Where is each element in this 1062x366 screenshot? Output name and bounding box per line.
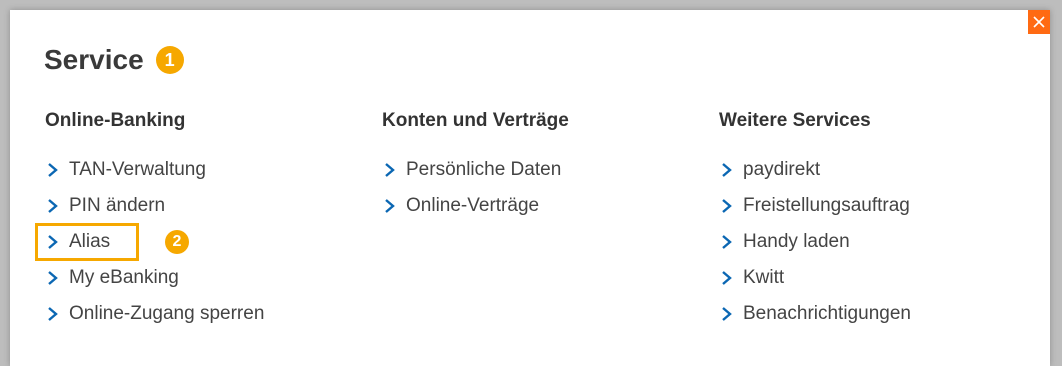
- link-persoenliche-daten[interactable]: Persönliche Daten: [382, 152, 569, 188]
- link-handy-laden[interactable]: Handy laden: [719, 224, 911, 260]
- chevron-right-icon: [385, 199, 395, 213]
- link-label: Kwitt: [743, 267, 785, 288]
- link-kwitt[interactable]: Kwitt: [719, 260, 911, 296]
- link-paydirekt[interactable]: paydirekt: [719, 152, 911, 188]
- link-label: TAN-Verwaltung: [69, 159, 206, 180]
- link-pin-aendern[interactable]: PIN ändern: [45, 188, 264, 224]
- chevron-right-icon: [385, 163, 395, 177]
- link-label: Freistellungsauftrag: [743, 195, 910, 216]
- step-badge-2: 2: [165, 230, 189, 254]
- column-heading-konten-vertraege: Konten und Verträge: [382, 110, 569, 131]
- close-icon: [1033, 16, 1045, 28]
- link-label: Online-Verträge: [406, 195, 540, 216]
- chevron-right-icon: [48, 307, 58, 321]
- chevron-right-icon: [48, 235, 58, 249]
- page-title-text: Service: [44, 44, 144, 75]
- column-heading-online-banking: Online-Banking: [45, 110, 186, 131]
- chevron-right-icon: [722, 271, 732, 285]
- link-label: My eBanking: [69, 267, 179, 288]
- chevron-right-icon: [48, 199, 58, 213]
- column-heading-weitere-services: Weitere Services: [719, 110, 871, 131]
- link-label: paydirekt: [743, 159, 821, 180]
- chevron-right-icon: [48, 163, 58, 177]
- link-alias[interactable]: Alias 2: [35, 223, 264, 261]
- chevron-right-icon: [722, 235, 732, 249]
- chevron-right-icon: [722, 307, 732, 321]
- link-label: Online-Zugang sperren: [69, 303, 265, 324]
- link-label: PIN ändern: [69, 195, 166, 216]
- link-my-ebanking[interactable]: My eBanking: [45, 260, 264, 296]
- link-freistellungsauftrag[interactable]: Freistellungsauftrag: [719, 188, 911, 224]
- link-label: Handy laden: [743, 231, 850, 252]
- link-online-vertraege[interactable]: Online-Verträge: [382, 188, 569, 224]
- close-button[interactable]: [1028, 10, 1050, 34]
- link-tan-verwaltung[interactable]: TAN-Verwaltung: [45, 152, 264, 188]
- link-online-zugang-sperren[interactable]: Online-Zugang sperren: [45, 296, 264, 332]
- page-title: Service 1: [44, 44, 184, 76]
- chevron-right-icon: [48, 271, 58, 285]
- column-weitere-services: Weitere Services paydirekt Freistellungs…: [719, 110, 911, 332]
- chevron-right-icon: [722, 199, 732, 213]
- link-label: Persönliche Daten: [406, 159, 562, 180]
- link-label: Alias: [69, 231, 111, 252]
- link-label: Benachrichtigungen: [743, 303, 911, 324]
- column-konten-vertraege: Konten und Verträge Persönliche Daten On…: [382, 110, 569, 224]
- link-benachrichtigungen[interactable]: Benachrichtigungen: [719, 296, 911, 332]
- step-badge-1: 1: [155, 46, 184, 74]
- chevron-right-icon: [722, 163, 732, 177]
- column-online-banking: Online-Banking TAN-Verwaltung PIN ändern…: [35, 110, 264, 332]
- service-panel: Service 1 Online-Banking TAN-Verwaltung …: [10, 10, 1050, 366]
